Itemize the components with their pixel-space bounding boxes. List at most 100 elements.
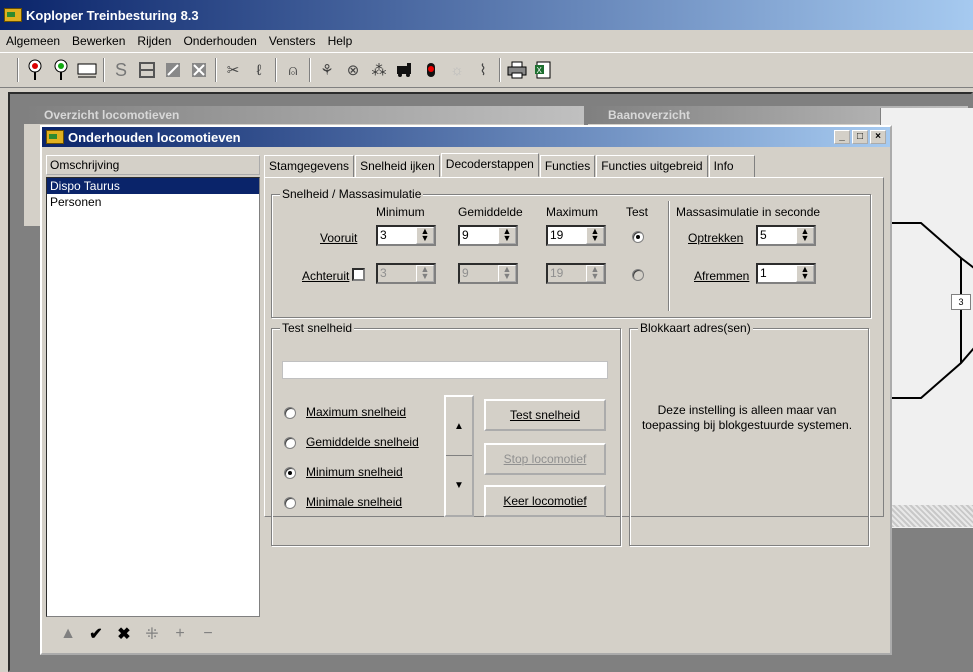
locomotive-list[interactable]: Dispo Taurus Personen (46, 177, 260, 617)
maximize-button[interactable]: □ (852, 130, 868, 144)
signal-green-icon[interactable] (50, 58, 72, 82)
backward-avg-value[interactable]: 9 (460, 265, 498, 282)
window-titlebar: Onderhouden locomotieven _ □ × (42, 127, 890, 147)
row-vooruit-label: Vooruit (320, 231, 358, 245)
prior-record-icon[interactable]: ▲ (54, 625, 82, 643)
menu-help[interactable]: Help (328, 34, 353, 48)
forward-max-value[interactable]: 19 (548, 227, 586, 244)
afremmen-value[interactable]: 1 (758, 265, 796, 282)
menu-bewerken[interactable]: Bewerken (72, 34, 125, 48)
backward-max-value[interactable]: 19 (548, 265, 586, 282)
toolbar-separator (275, 58, 277, 82)
menu-rijden[interactable]: Rijden (137, 34, 171, 48)
spinner-arrows-icon[interactable]: ▲ ▼ (498, 265, 516, 282)
speed-updown[interactable]: ▲ ▼ (444, 395, 474, 517)
backward-min-value[interactable]: 3 (378, 265, 416, 282)
s-icon[interactable]: S (110, 58, 132, 82)
reverse-locomotive-button[interactable]: Keer locomotief (484, 485, 606, 517)
gear-icon[interactable]: ⁂ (368, 58, 390, 82)
train-icon[interactable] (394, 58, 416, 82)
option-gemiddelde-radio[interactable] (284, 437, 296, 449)
reverse-locomotive-button-label: Keer locomotief (503, 494, 587, 508)
optrekken-value[interactable]: 5 (758, 227, 796, 244)
test-forward-radio[interactable] (632, 231, 644, 243)
spinner-arrows-icon[interactable]: ▲ ▼ (586, 227, 604, 244)
bell-icon[interactable]: ⍝ (282, 58, 304, 82)
record-navigator: ▲ ✔ ✖ ⁜ + − (46, 619, 260, 649)
forward-min-value[interactable]: 3 (378, 227, 416, 244)
tab-functies[interactable]: Functies (539, 155, 596, 177)
option-minimale-label[interactable]: Minimale snelheid (306, 495, 402, 509)
signal-red-icon[interactable] (24, 58, 46, 82)
forward-min-spinner[interactable]: 3 ▲ ▼ (376, 225, 436, 246)
test-speed-group-title: Test snelheid (280, 321, 355, 335)
optrekken-spinner[interactable]: 5 ▲ ▼ (756, 225, 816, 246)
scrollbar-track[interactable] (880, 505, 973, 527)
backward-avg-spinner[interactable]: 9 ▲ ▼ (458, 263, 518, 284)
arrow-up-icon[interactable]: ▲ (446, 397, 472, 456)
copy-record-icon[interactable]: ⁜ (138, 624, 166, 644)
tab-decoderstappen[interactable]: Decoderstappen (440, 153, 539, 177)
spinner-arrows-icon[interactable]: ▲ ▼ (416, 265, 434, 282)
post-record-icon[interactable]: ✔ (82, 624, 110, 644)
window-icon (46, 130, 64, 144)
afremmen-spinner[interactable]: 1 ▲ ▼ (756, 263, 816, 284)
red-light-icon[interactable] (420, 58, 442, 82)
spinner-arrows-icon[interactable]: ▲ ▼ (586, 265, 604, 282)
speed-progress-bar (282, 361, 608, 379)
achteruit-checkbox[interactable] (352, 268, 365, 281)
app-icon (4, 8, 22, 22)
list-item[interactable]: Dispo Taurus (47, 178, 259, 194)
list-item[interactable]: Personen (47, 194, 259, 210)
test-speed-button[interactable]: Test snelheid (484, 399, 606, 431)
backward-max-spinner[interactable]: 19 ▲ ▼ (546, 263, 606, 284)
route-icon[interactable]: ⚘ (316, 58, 338, 82)
backward-min-spinner[interactable]: 3 ▲ ▼ (376, 263, 436, 284)
arrow-down-icon[interactable]: ▼ (446, 456, 472, 515)
spinner-arrows-icon[interactable]: ▲ ▼ (796, 227, 814, 244)
option-minimale-radio[interactable] (284, 497, 296, 509)
list-header[interactable]: Omschrijving (46, 155, 260, 175)
tab-functies-uitgebreid[interactable]: Functies uitgebreid (596, 155, 708, 177)
curve-icon[interactable]: ℓ (248, 58, 270, 82)
cable-icon[interactable]: ⌇ (472, 58, 494, 82)
tab-snelheid-ijken[interactable]: Snelheid ijken (355, 155, 440, 177)
forward-avg-value[interactable]: 9 (460, 227, 498, 244)
track-overview-canvas[interactable]: 3 (880, 108, 973, 528)
delete-record-icon[interactable]: − (194, 625, 222, 643)
menu-algemeen[interactable]: Algemeen (6, 34, 60, 48)
spinner-arrows-icon[interactable]: ▲ ▼ (498, 227, 516, 244)
menu-onderhouden[interactable]: Onderhouden (183, 34, 256, 48)
option-minimum-label[interactable]: Minimum snelheid (306, 465, 403, 479)
block-number-label[interactable]: 3 (951, 294, 971, 310)
shield-icon[interactable]: ⊗ (342, 58, 364, 82)
forward-avg-spinner[interactable]: 9 ▲ ▼ (458, 225, 518, 246)
minimize-button[interactable]: _ (834, 130, 850, 144)
tools-icon[interactable]: ✂ (222, 58, 244, 82)
spinner-arrows-icon[interactable]: ▲ ▼ (796, 265, 814, 282)
test-backward-radio[interactable] (632, 269, 644, 281)
edit-icon[interactable] (162, 58, 184, 82)
insert-record-icon[interactable]: + (166, 625, 194, 643)
option-maximum-label[interactable]: Maximum snelheid (306, 405, 406, 419)
grid-icon[interactable] (188, 58, 210, 82)
tab-info[interactable]: Info (708, 155, 755, 177)
menu-bar: Algemeen Bewerken Rijden Onderhouden Ven… (0, 30, 973, 52)
group-divider (668, 201, 670, 311)
track-drawing (881, 222, 973, 399)
track-icon[interactable] (136, 58, 158, 82)
option-maximum-radio[interactable] (284, 407, 296, 419)
sun-icon[interactable]: ☼ (446, 58, 468, 82)
option-minimum-radio[interactable] (284, 467, 296, 479)
excel-icon[interactable]: X (532, 58, 554, 82)
tab-stamgegevens[interactable]: Stamgegevens (264, 155, 355, 177)
menu-vensters[interactable]: Vensters (269, 34, 316, 48)
stop-locomotive-button[interactable]: Stop locomotief (484, 443, 606, 475)
option-gemiddelde-label[interactable]: Gemiddelde snelheid (306, 435, 419, 449)
spinner-arrows-icon[interactable]: ▲ ▼ (416, 227, 434, 244)
forward-max-spinner[interactable]: 19 ▲ ▼ (546, 225, 606, 246)
block-icon[interactable] (76, 58, 98, 82)
print-icon[interactable] (506, 58, 528, 82)
cancel-record-icon[interactable]: ✖ (110, 624, 138, 644)
close-button[interactable]: × (870, 130, 886, 144)
